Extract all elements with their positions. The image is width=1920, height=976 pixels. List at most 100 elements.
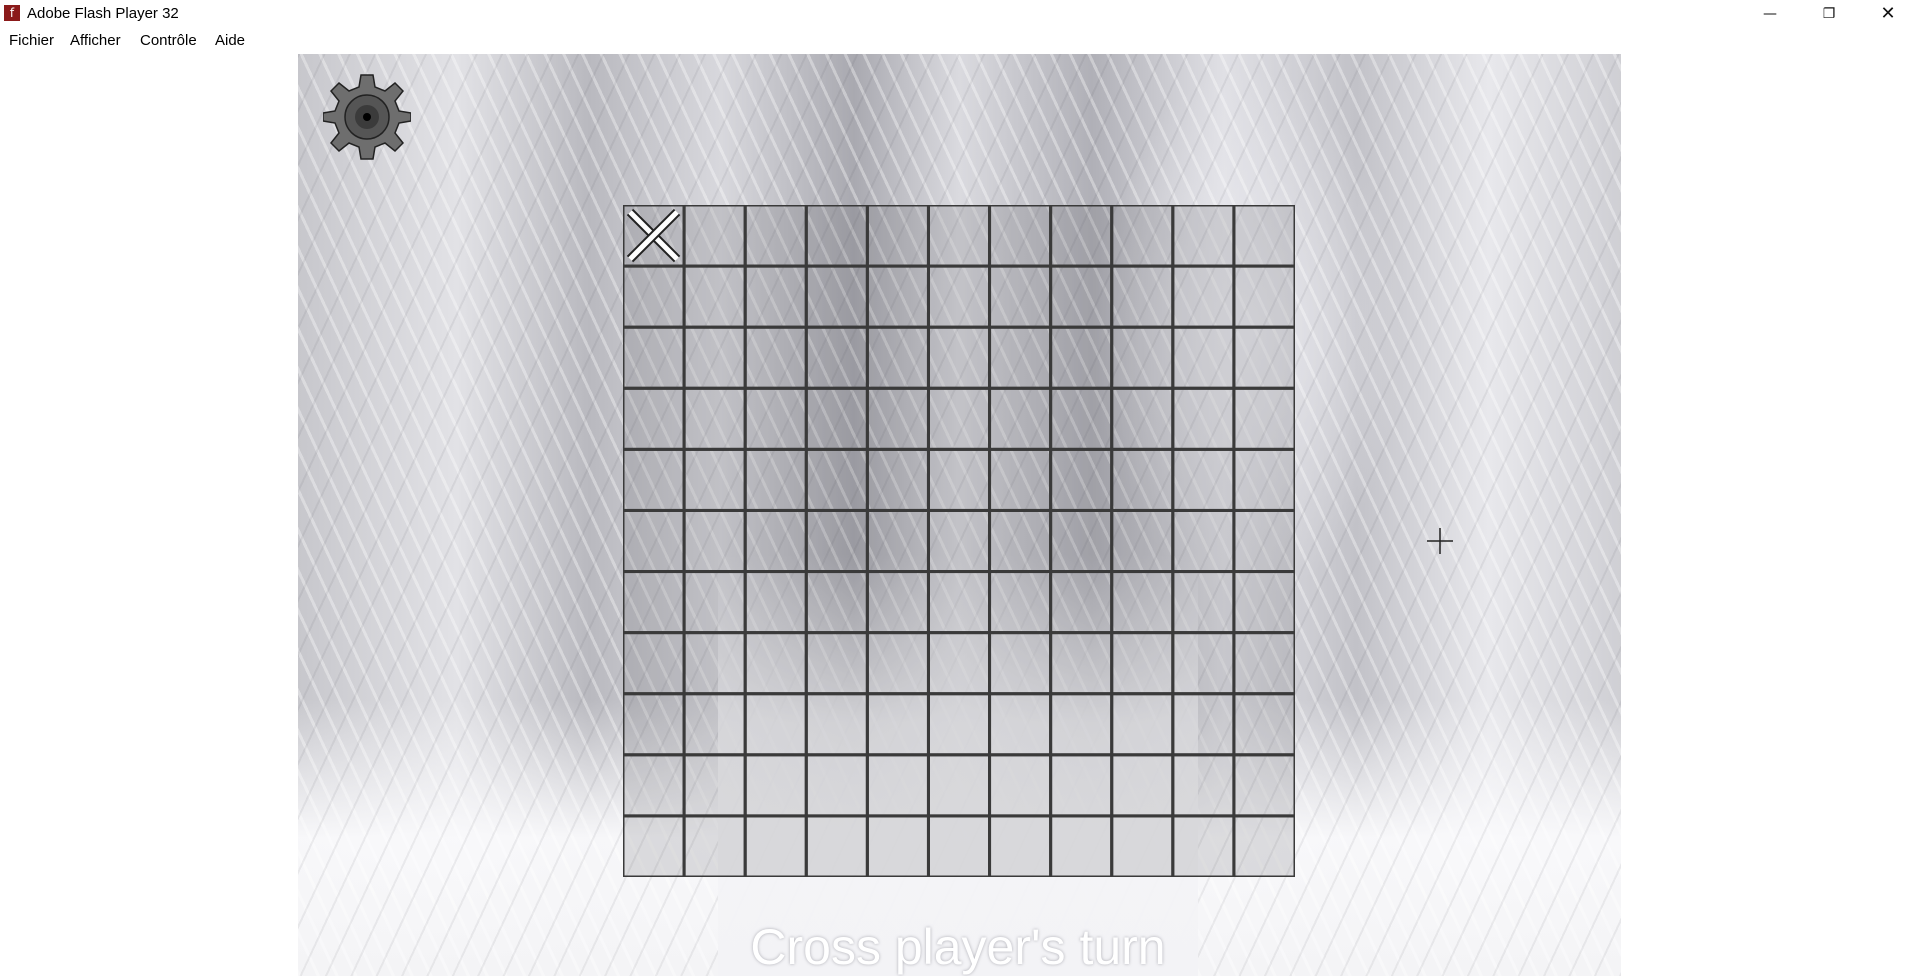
board-cell[interactable] <box>1049 205 1114 268</box>
board-cell[interactable] <box>1110 631 1175 696</box>
minimize-button[interactable]: — <box>1741 0 1799 28</box>
board-cell[interactable] <box>1232 814 1295 877</box>
board-cell[interactable] <box>743 508 808 574</box>
board-cell[interactable] <box>1110 205 1175 268</box>
board-cell[interactable] <box>1171 570 1236 635</box>
board-cell[interactable] <box>1171 386 1236 451</box>
board-cell[interactable] <box>804 692 869 757</box>
board-cell[interactable] <box>865 631 930 696</box>
board-cell[interactable] <box>804 631 869 696</box>
board-cell[interactable] <box>988 264 1053 329</box>
board-cell[interactable] <box>1110 386 1175 451</box>
board-cell[interactable] <box>743 631 808 696</box>
board-cell[interactable] <box>743 264 808 329</box>
board-cell[interactable] <box>1232 205 1295 268</box>
board-cell[interactable] <box>804 814 869 877</box>
board-cell[interactable] <box>682 264 747 329</box>
board-cell[interactable] <box>926 264 992 329</box>
board-cell[interactable] <box>1232 325 1295 390</box>
board-cell[interactable] <box>623 508 686 574</box>
board-cell[interactable] <box>926 386 992 451</box>
close-button[interactable]: ✕ <box>1859 0 1917 28</box>
board-cell[interactable] <box>804 205 869 268</box>
board-cell[interactable] <box>623 386 686 451</box>
board-cell[interactable] <box>926 753 992 818</box>
board-cell[interactable] <box>865 386 930 451</box>
board-cell[interactable] <box>623 753 686 818</box>
board-cell[interactable] <box>1232 508 1295 574</box>
board-cell[interactable] <box>682 814 747 877</box>
board-cell[interactable] <box>1171 447 1236 512</box>
board-cell[interactable] <box>1171 753 1236 818</box>
board-cell[interactable] <box>623 692 686 757</box>
board-cell[interactable] <box>623 570 686 635</box>
board-cell[interactable] <box>988 508 1053 574</box>
board-cell[interactable] <box>1110 325 1175 390</box>
board-cell[interactable] <box>682 205 747 268</box>
board-cell[interactable] <box>804 386 869 451</box>
board-cell[interactable] <box>926 692 992 757</box>
board-cell[interactable] <box>865 692 930 757</box>
board-cell[interactable] <box>1110 692 1175 757</box>
board-cell[interactable] <box>1049 508 1114 574</box>
board-cell[interactable] <box>743 386 808 451</box>
board-cell[interactable] <box>988 814 1053 877</box>
board-cell[interactable] <box>1171 631 1236 696</box>
board-cell[interactable] <box>1049 692 1114 757</box>
board-cell[interactable] <box>682 753 747 818</box>
board-cell[interactable] <box>865 205 930 268</box>
menu-afficher[interactable]: Afficher <box>70 32 121 50</box>
board-cell[interactable] <box>865 447 930 512</box>
board-cell[interactable] <box>1232 631 1295 696</box>
board-cell[interactable] <box>1171 205 1236 268</box>
board-cell[interactable] <box>1049 386 1114 451</box>
board-cell[interactable] <box>926 631 992 696</box>
board-cell[interactable] <box>926 447 992 512</box>
board-cell[interactable] <box>1110 753 1175 818</box>
board-cell[interactable] <box>1049 264 1114 329</box>
gear-icon[interactable] <box>323 73 411 161</box>
board-cell[interactable] <box>804 447 869 512</box>
board-cell[interactable] <box>623 631 686 696</box>
board-cell[interactable] <box>1232 570 1295 635</box>
board-cell[interactable] <box>1110 814 1175 877</box>
board-cell[interactable] <box>1232 264 1295 329</box>
board-cell[interactable] <box>1232 386 1295 451</box>
board-cell[interactable] <box>1049 753 1114 818</box>
board-cell[interactable] <box>865 753 930 818</box>
board-cell[interactable] <box>1171 508 1236 574</box>
board-cell[interactable] <box>988 447 1053 512</box>
board-cell[interactable] <box>988 325 1053 390</box>
board-cell[interactable] <box>623 447 686 512</box>
board-cell[interactable] <box>988 692 1053 757</box>
board-cell[interactable] <box>623 814 686 877</box>
board-cell[interactable] <box>1171 692 1236 757</box>
board-cell[interactable] <box>865 325 930 390</box>
board-cell[interactable] <box>926 508 992 574</box>
board-cell[interactable] <box>682 508 747 574</box>
board-cell[interactable] <box>988 386 1053 451</box>
board-cell[interactable] <box>988 205 1053 268</box>
board-cell[interactable] <box>1049 325 1114 390</box>
board-cell[interactable] <box>743 325 808 390</box>
board-cell[interactable] <box>1049 570 1114 635</box>
board-cell[interactable] <box>1110 508 1175 574</box>
board-cell[interactable] <box>804 570 869 635</box>
game-board[interactable] <box>623 205 1295 877</box>
board-cell[interactable] <box>865 508 930 574</box>
board-cell[interactable] <box>804 508 869 574</box>
board-cell[interactable] <box>1171 264 1236 329</box>
maximize-button[interactable]: ❐ <box>1800 0 1858 28</box>
board-cell[interactable] <box>1049 814 1114 877</box>
board-cell[interactable] <box>1049 631 1114 696</box>
board-cell[interactable] <box>1171 814 1236 877</box>
board-cell[interactable] <box>865 264 930 329</box>
menu-fichier[interactable]: Fichier <box>9 32 54 50</box>
board-cell[interactable] <box>623 325 686 390</box>
board-cell[interactable] <box>926 205 992 268</box>
board-cell[interactable] <box>1232 753 1295 818</box>
menu-aide[interactable]: Aide <box>215 32 245 50</box>
board-cell[interactable] <box>743 753 808 818</box>
board-cell[interactable] <box>623 264 686 329</box>
menu-controle[interactable]: Contrôle <box>140 32 197 50</box>
